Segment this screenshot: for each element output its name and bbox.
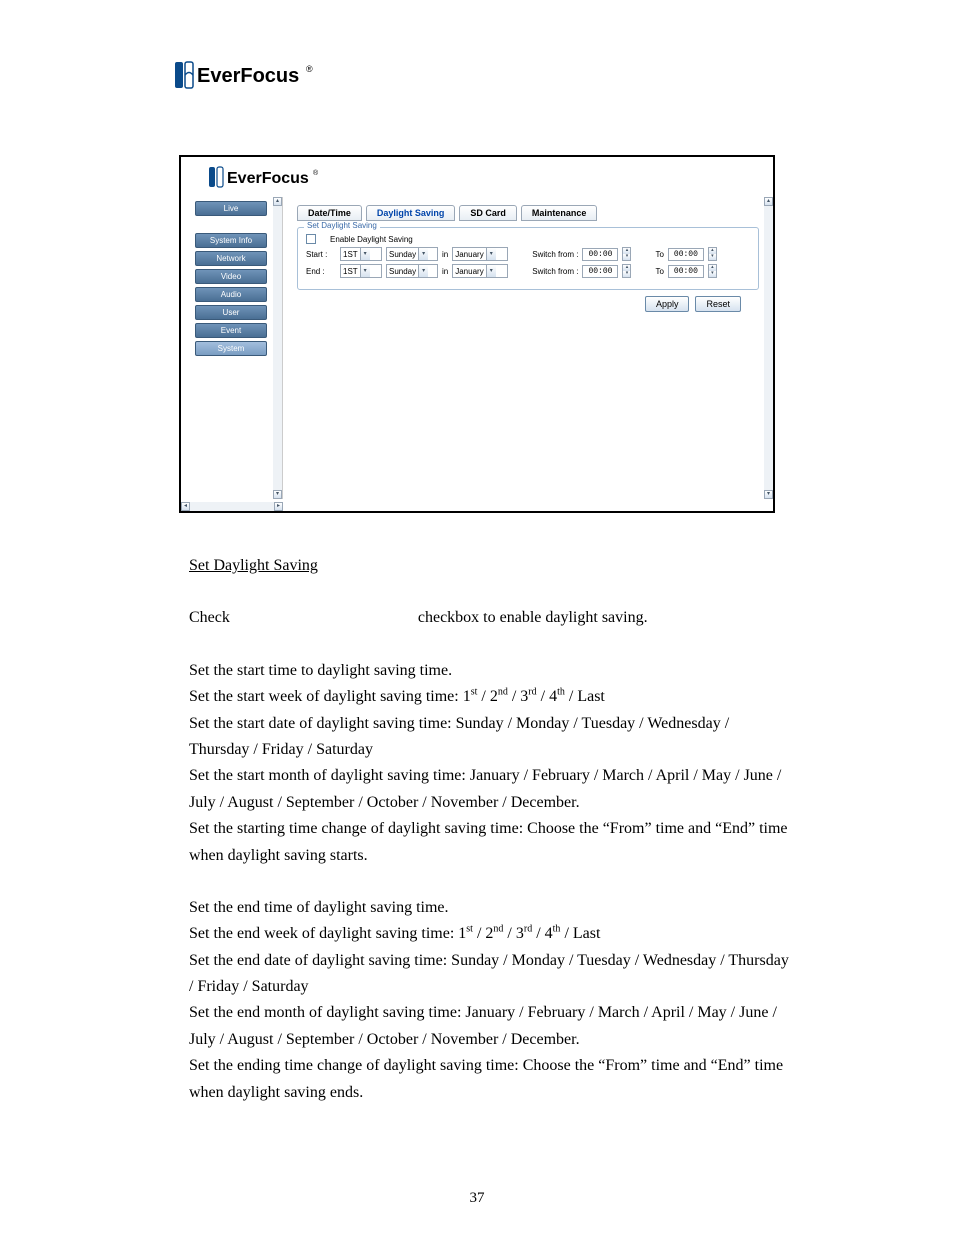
sidebar-scrollbar[interactable]: ▴ ▾ — [273, 197, 282, 499]
text: Set the end date of daylight saving time… — [189, 948, 789, 1001]
scroll-down-icon[interactable]: ▾ — [273, 490, 282, 499]
start-to-time[interactable]: 00:00 — [668, 248, 704, 261]
start-label: Start : — [306, 250, 336, 259]
brand-logo-top: EverFocus ® — [175, 60, 954, 95]
tab-date-time[interactable]: Date/Time — [297, 205, 362, 221]
chevron-down-icon: ▾ — [486, 248, 496, 260]
end-month-select[interactable]: January▾ — [452, 264, 508, 278]
text: Set the end month of daylight saving tim… — [189, 1000, 789, 1053]
chevron-down-icon: ▾ — [486, 265, 496, 277]
start-from-spinner[interactable]: ▴▾ — [622, 247, 631, 261]
section-heading: Set Daylight Saving — [189, 553, 789, 579]
scroll-left-icon[interactable]: ◂ — [181, 502, 190, 511]
spinner-down-icon: ▾ — [709, 271, 716, 277]
in-label: in — [442, 250, 448, 259]
scroll-down-icon[interactable]: ▾ — [764, 490, 773, 499]
text: Set the start month of daylight saving t… — [189, 763, 789, 816]
start-month-select[interactable]: January▾ — [452, 247, 508, 261]
sidebar-item-audio[interactable]: Audio — [195, 287, 267, 302]
tab-sd-card[interactable]: SD Card — [459, 205, 517, 221]
app-logo: EverFocus ® — [181, 157, 773, 197]
enable-daylight-saving-label: Enable Daylight Saving — [330, 235, 413, 244]
chevron-down-icon: ▾ — [360, 265, 370, 277]
end-label: End : — [306, 267, 336, 276]
text: Set the ending time change of daylight s… — [189, 1053, 789, 1106]
content-scrollbar[interactable]: ▴ ▾ — [764, 197, 773, 499]
apply-button[interactable]: Apply — [645, 296, 690, 312]
start-week-select[interactable]: 1ST▾ — [340, 247, 382, 261]
enable-daylight-saving-checkbox[interactable] — [306, 234, 316, 244]
svg-text:®: ® — [306, 64, 313, 74]
text: Check — [189, 609, 230, 626]
sidebar-item-system[interactable]: System — [195, 341, 267, 356]
text: Set the start week of daylight saving ti… — [189, 688, 471, 705]
spinner-down-icon: ▾ — [709, 254, 716, 260]
scroll-right-icon[interactable]: ▸ — [274, 502, 283, 511]
sidebar-item-system-info[interactable]: System Info — [195, 233, 267, 248]
tab-daylight-saving[interactable]: Daylight Saving — [366, 205, 456, 221]
sidebar-item-video[interactable]: Video — [195, 269, 267, 284]
start-from-time[interactable]: 00:00 — [582, 248, 618, 261]
spinner-down-icon: ▾ — [623, 254, 630, 260]
text: Set the starting time change of daylight… — [189, 816, 789, 869]
spinner-down-icon: ▾ — [623, 271, 630, 277]
sidebar-item-user[interactable]: User — [195, 305, 267, 320]
chevron-down-icon: ▾ — [418, 265, 428, 277]
chevron-down-icon: ▾ — [360, 248, 370, 260]
end-day-select[interactable]: Sunday▾ — [386, 264, 438, 278]
text: Set the start date of daylight saving ti… — [189, 711, 789, 764]
set-daylight-saving-fieldset: Set Daylight Saving Enable Daylight Savi… — [297, 227, 759, 290]
svg-text:®: ® — [313, 169, 319, 177]
to-label: To — [655, 267, 663, 276]
tab-maintenance[interactable]: Maintenance — [521, 205, 598, 221]
end-week-select[interactable]: 1ST▾ — [340, 264, 382, 278]
chevron-down-icon: ▾ — [418, 248, 428, 260]
text: Set the end time of daylight saving time… — [189, 895, 789, 921]
switch-from-label: Switch from : — [532, 267, 578, 276]
document-body-text: Set Daylight Saving Check checkbox to en… — [189, 553, 789, 1106]
end-from-time[interactable]: 00:00 — [582, 265, 618, 278]
start-to-spinner[interactable]: ▴▾ — [708, 247, 717, 261]
scroll-up-icon[interactable]: ▴ — [273, 197, 282, 206]
text: Set the end week of daylight saving time… — [189, 925, 466, 942]
end-to-time[interactable]: 00:00 — [668, 265, 704, 278]
sidebar-item-network[interactable]: Network — [195, 251, 267, 266]
page-number: 37 — [0, 1190, 954, 1207]
sidebar-item-live[interactable]: Live — [195, 201, 267, 216]
start-day-select[interactable]: Sunday▾ — [386, 247, 438, 261]
scroll-up-icon[interactable]: ▴ — [764, 197, 773, 206]
text: checkbox to enable daylight saving. — [418, 609, 648, 626]
to-label: To — [655, 250, 663, 259]
end-from-spinner[interactable]: ▴▾ — [622, 264, 631, 278]
reset-button[interactable]: Reset — [695, 296, 741, 312]
sidebar-h-scrollbar[interactable]: ◂ ▸ — [181, 502, 283, 511]
switch-from-label: Switch from : — [532, 250, 578, 259]
fieldset-legend: Set Daylight Saving — [304, 221, 380, 230]
svg-text:EverFocus: EverFocus — [197, 65, 299, 87]
svg-text:EverFocus: EverFocus — [227, 170, 309, 187]
text: Set the start time to daylight saving ti… — [189, 658, 789, 684]
app-screenshot: EverFocus ® Live System Info Network Vid… — [179, 155, 775, 513]
sidebar-item-event[interactable]: Event — [195, 323, 267, 338]
in-label: in — [442, 267, 448, 276]
end-to-spinner[interactable]: ▴▾ — [708, 264, 717, 278]
